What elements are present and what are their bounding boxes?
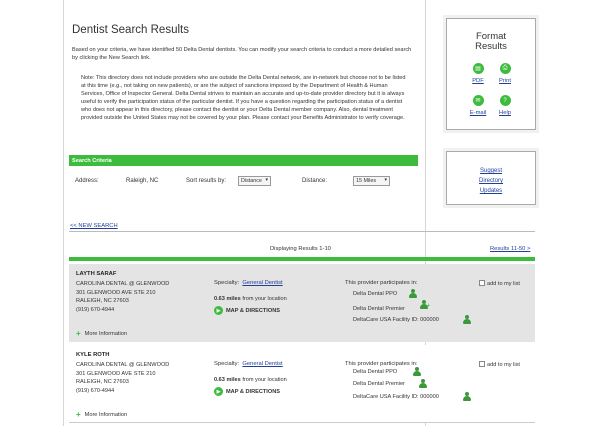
print-button[interactable]: ⎙ Print	[490, 63, 520, 84]
add-to-list-label: add to my list	[487, 362, 520, 368]
distance-label: Distance:	[302, 178, 328, 184]
more-info-link[interactable]: + More Information	[76, 410, 127, 419]
person-icon	[408, 289, 417, 299]
result-card: LAYTH SARAF CAROLINA DENTAL @ GLENWOOD 3…	[69, 264, 535, 342]
chevron-down-icon: ▾	[384, 177, 387, 183]
address-label: Address:	[75, 178, 99, 184]
add-to-list-checkbox[interactable]	[479, 280, 485, 286]
distance-select[interactable]: 15 Miles ▾	[353, 176, 390, 186]
plus-icon: +	[76, 410, 81, 419]
distance-info: 0.63 miles from your location	[214, 377, 287, 383]
email-icon: ✉	[472, 95, 484, 106]
map-directions-button[interactable]: ▶ MAP & DIRECTIONS	[214, 306, 280, 315]
result-card: KYLE ROTH CAROLINA DENTAL @ GLENWOOD 301…	[69, 345, 535, 423]
print-icon: ⎙	[499, 63, 511, 74]
specialty: Specialty: General Dentist	[214, 361, 283, 367]
plus-icon: +	[76, 329, 81, 338]
dentist-address: CAROLINA DENTAL @ GLENWOOD 301 GLENWOOD …	[76, 362, 170, 394]
format-results-panel: Format Results ▤ PDF ⎙ Print ✉ E-mail ? Help	[446, 18, 536, 130]
map-directions-button[interactable]: ▶ MAP & DIRECTIONS	[214, 387, 280, 396]
person-icon	[412, 367, 421, 377]
network-name: Delta Dental PPO	[353, 291, 398, 297]
play-icon: ▶	[214, 306, 223, 315]
address-value: Raleigh, NC	[126, 178, 159, 184]
specialty-link[interactable]: General Dentist	[242, 280, 282, 286]
dentist-name: KYLE ROTH	[76, 352, 110, 358]
suggest-updates-panel: Suggest Directory Updates	[446, 151, 536, 205]
specialty-link[interactable]: General Dentist	[242, 361, 282, 367]
results-count: Displaying Results 1-10	[270, 246, 331, 252]
network-name: Delta Dental Premier	[353, 381, 405, 387]
person-icon	[418, 379, 427, 389]
help-icon: ?	[499, 95, 511, 106]
next-results-link[interactable]: Results 11-50 >	[490, 246, 530, 252]
person-icon	[462, 315, 471, 325]
page-title: Dentist Search Results	[72, 24, 189, 36]
person-add-icon[interactable]: +	[419, 300, 430, 310]
pdf-icon: ▤	[472, 63, 484, 74]
format-title: Format Results	[475, 31, 507, 52]
network-name: Delta Dental Premier	[353, 306, 405, 312]
add-to-list-checkbox[interactable]	[479, 361, 485, 367]
chevron-down-icon: ▾	[265, 177, 268, 183]
intro-text: Based on your criteria, we have identifi…	[72, 47, 412, 61]
email-button[interactable]: ✉ E-mail	[463, 95, 493, 116]
dentist-name: LAYTH SARAF	[76, 271, 117, 277]
results-header-bar	[69, 257, 535, 261]
add-to-list-label: add to my list	[487, 281, 520, 287]
network-name: DeltaCare USA Facility ID: 000000	[353, 394, 439, 400]
new-search-link[interactable]: << NEW SEARCH	[70, 223, 118, 229]
divider	[69, 231, 535, 232]
play-icon: ▶	[214, 387, 223, 396]
more-info-link[interactable]: + More Information	[76, 329, 127, 338]
participates-label: This provider participates in:	[345, 280, 418, 286]
dentist-address: CAROLINA DENTAL @ GLENWOOD 301 GLENWOOD …	[76, 281, 170, 313]
person-icon	[462, 392, 471, 402]
specialty: Specialty: General Dentist	[214, 280, 283, 286]
distance-info: 0.63 miles from your location	[214, 296, 287, 302]
participates-label: This provider participates in:	[345, 361, 418, 367]
help-button[interactable]: ? Help	[490, 95, 520, 116]
directory-note: Note: This directory does not include pr…	[81, 75, 406, 121]
sort-label: Sort results by:	[186, 178, 227, 184]
search-criteria-bar: Search Criteria	[69, 155, 418, 166]
sort-select[interactable]: Distance ▾	[238, 176, 271, 186]
suggest-updates-link[interactable]: Suggest Directory Updates	[447, 166, 535, 196]
network-name: DeltaCare USA Facility ID: 000000	[353, 317, 439, 323]
network-name: Delta Dental PPO	[353, 369, 398, 375]
pdf-button[interactable]: ▤ PDF	[463, 63, 493, 84]
